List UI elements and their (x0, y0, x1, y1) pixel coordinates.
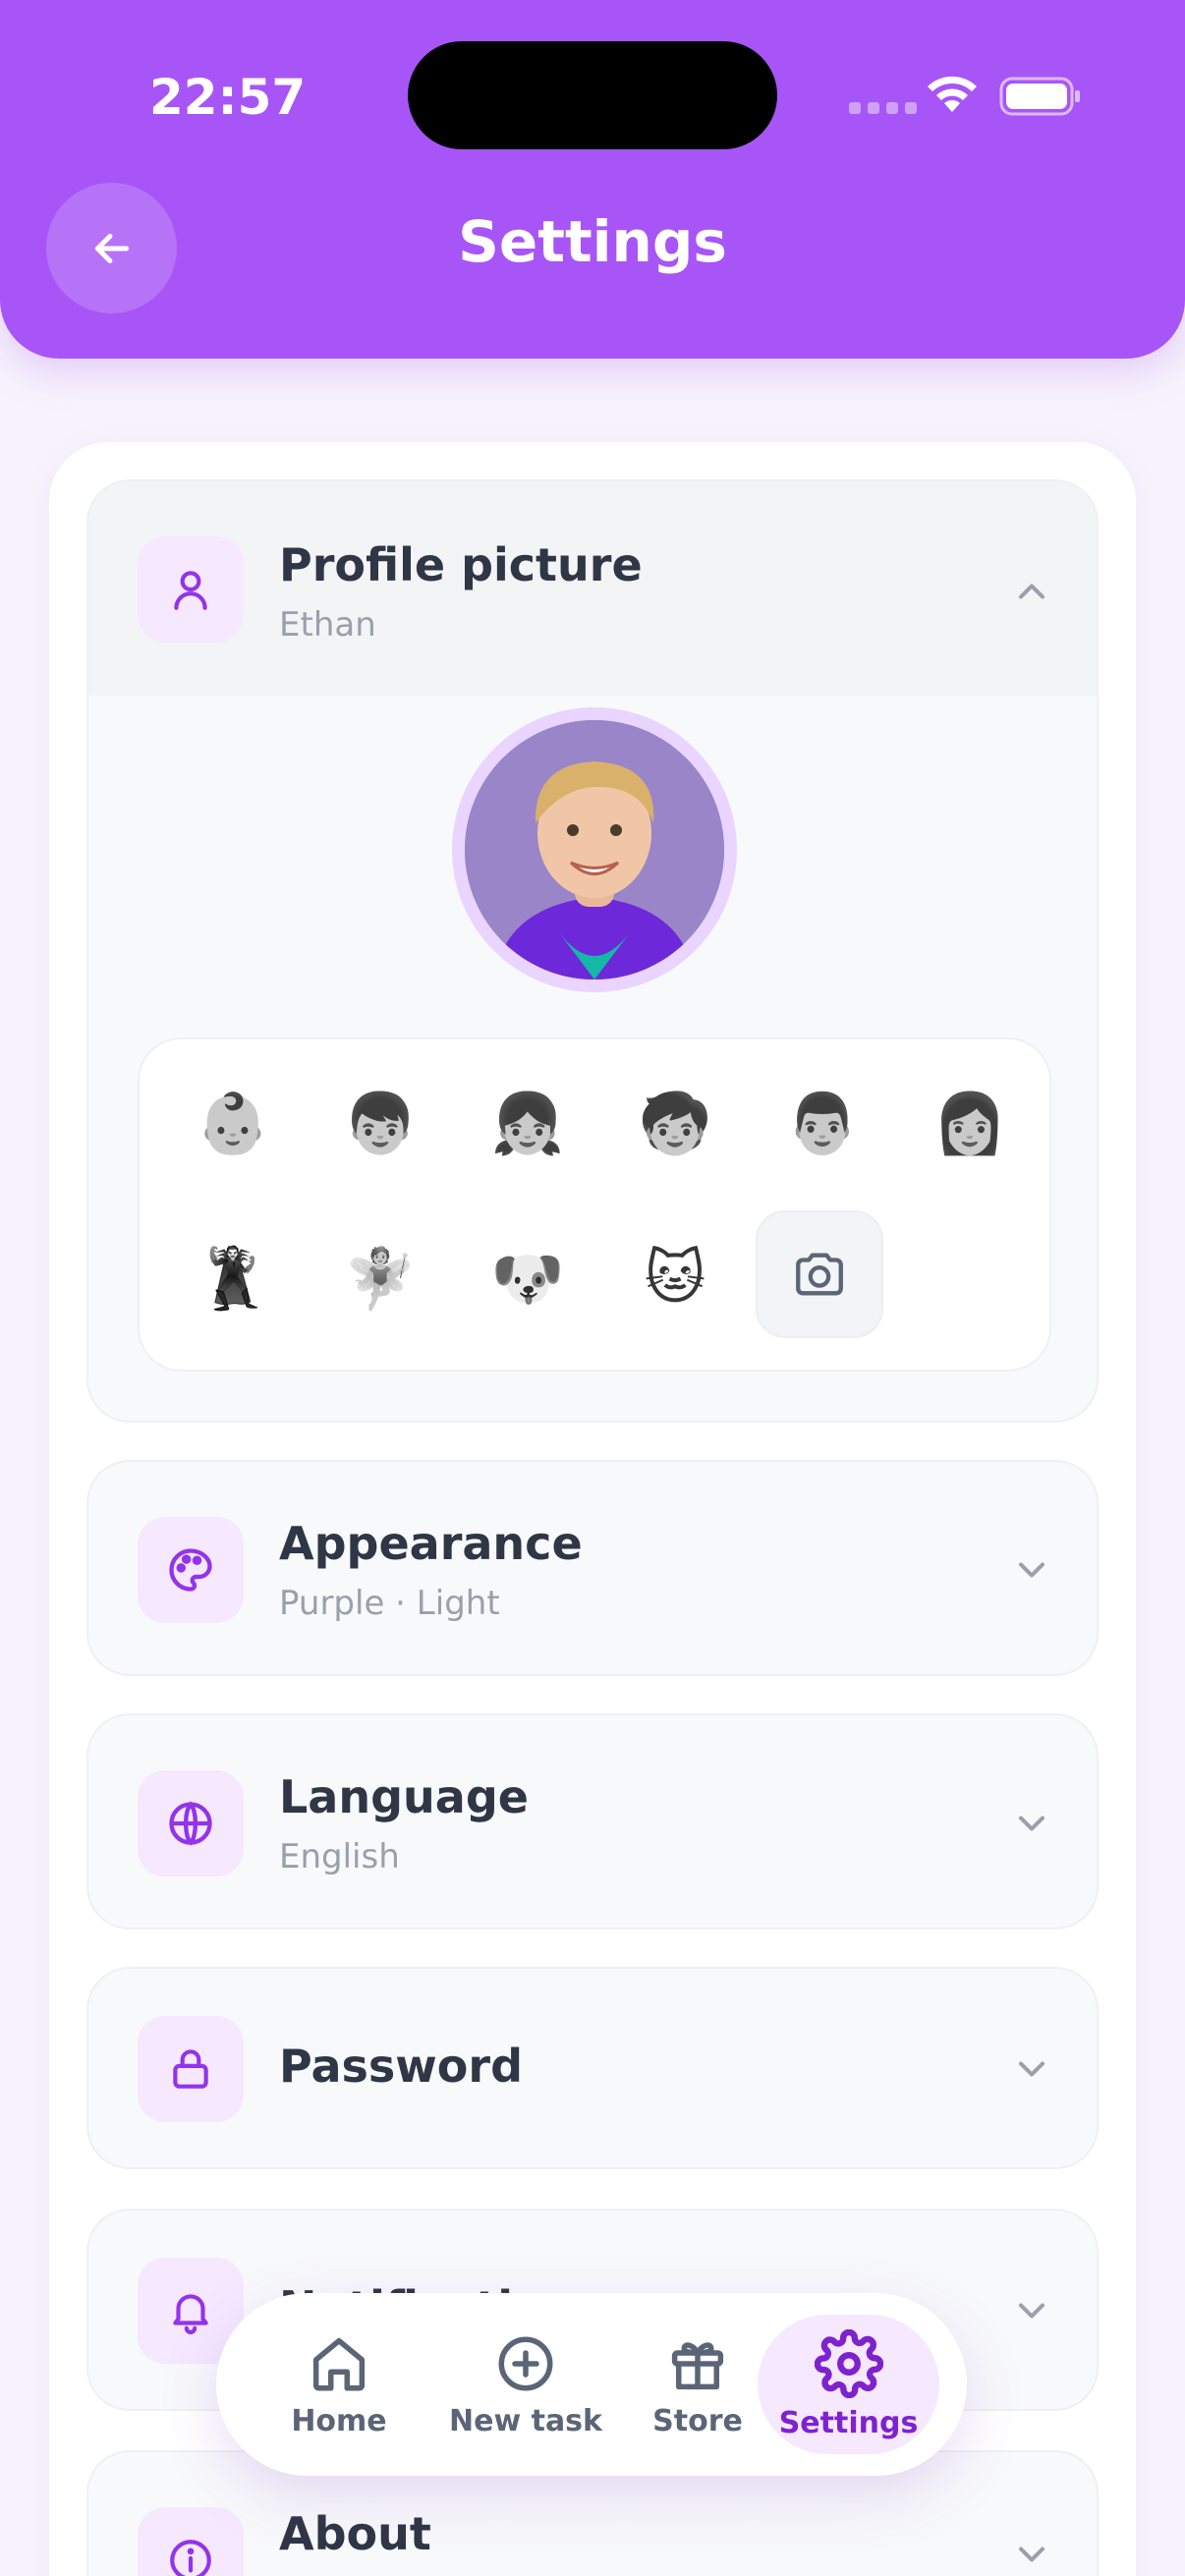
bell-icon (173, 2294, 208, 2334)
nav-store[interactable]: Store (629, 2315, 766, 2454)
avatar-option-baby[interactable]: 👶 (169, 1059, 297, 1187)
section-title: Profile picture (279, 538, 643, 591)
app-header: 22:57 Settings (0, 0, 1185, 359)
home-icon (312, 2337, 366, 2390)
gear-icon (814, 2328, 883, 2398)
user-icon-tile (138, 536, 244, 643)
bottom-nav: Home New task Store Settings (216, 2293, 967, 2476)
nav-settings[interactable]: Settings (758, 2315, 939, 2454)
language-section[interactable]: Language English (86, 1713, 1099, 1930)
section-subtitle: Ethan (279, 605, 376, 644)
nav-new-task[interactable]: New task (427, 2315, 624, 2454)
status-time: 22:57 (149, 69, 307, 126)
password-section[interactable]: Password (86, 1967, 1099, 2169)
section-title: Appearance (279, 1517, 583, 1570)
section-title: About (279, 2507, 431, 2560)
current-avatar (452, 707, 737, 992)
avatar-photo (465, 720, 724, 980)
avatar-option-dog[interactable]: 🐶 (464, 1214, 592, 1342)
nav-label: Store (652, 2403, 743, 2438)
section-subtitle: English (279, 1837, 400, 1876)
user-icon (174, 571, 207, 610)
nav-label: New task (448, 2403, 602, 2438)
page-title: Settings (458, 208, 727, 275)
camera-icon (796, 1253, 843, 1296)
avatar-option-fairy[interactable]: 🧚 (316, 1214, 444, 1342)
chevron-down-icon (1002, 2525, 1061, 2576)
palette-icon (169, 1548, 212, 1592)
avatar-picker: 👶 👦 👧 🧒 👨 👩 🦹 🧚 🐶 🐱 (138, 1037, 1051, 1372)
chevron-up-icon[interactable] (1002, 562, 1061, 621)
avatar-option-supervillain[interactable]: 🦹 (169, 1214, 297, 1342)
globe-icon (169, 1801, 212, 1846)
chevron-down-icon (1002, 2040, 1061, 2099)
gift-icon (671, 2341, 724, 2389)
lock-icon (173, 2049, 208, 2089)
globe-icon-tile (138, 1770, 244, 1876)
chevron-down-icon (1002, 1540, 1061, 1599)
upload-photo-button[interactable] (756, 1210, 883, 1338)
info-icon-tile (138, 2507, 244, 2576)
chevron-down-icon (1002, 2281, 1061, 2340)
lock-icon-tile (138, 2016, 244, 2122)
plus-circle-icon (498, 2336, 553, 2390)
avatar-option-man[interactable]: 👨 (759, 1059, 886, 1187)
battery-icon (999, 77, 1080, 116)
profile-picture-section: Profile picture Ethan 👶 👦 👧 🧒 👨 👩 🦹 🧚 🐶 … (86, 479, 1099, 1423)
chevron-down-icon (1002, 1794, 1061, 1853)
nav-label: Settings (778, 2405, 919, 2440)
section-subtitle: Purple · Light (279, 1584, 500, 1623)
nav-home[interactable]: Home (255, 2315, 423, 2454)
avatar-option-woman[interactable]: 👩 (906, 1059, 1034, 1187)
avatar-option-boy[interactable]: 👦 (316, 1059, 444, 1187)
avatar-option-child[interactable]: 🧒 (611, 1059, 739, 1187)
wifi-icon (928, 76, 977, 112)
palette-icon-tile (138, 1517, 244, 1623)
cellular-signal-icon (849, 102, 917, 114)
dynamic-island (408, 41, 777, 149)
info-icon (170, 2540, 211, 2576)
appearance-section[interactable]: Appearance Purple · Light (86, 1460, 1099, 1676)
avatar-option-girl[interactable]: 👧 (464, 1059, 592, 1187)
nav-label: Home (291, 2403, 387, 2438)
section-title: Password (279, 2040, 523, 2093)
avatar-option-cat[interactable]: 🐱 (611, 1214, 739, 1342)
section-title: Language (279, 1770, 529, 1823)
